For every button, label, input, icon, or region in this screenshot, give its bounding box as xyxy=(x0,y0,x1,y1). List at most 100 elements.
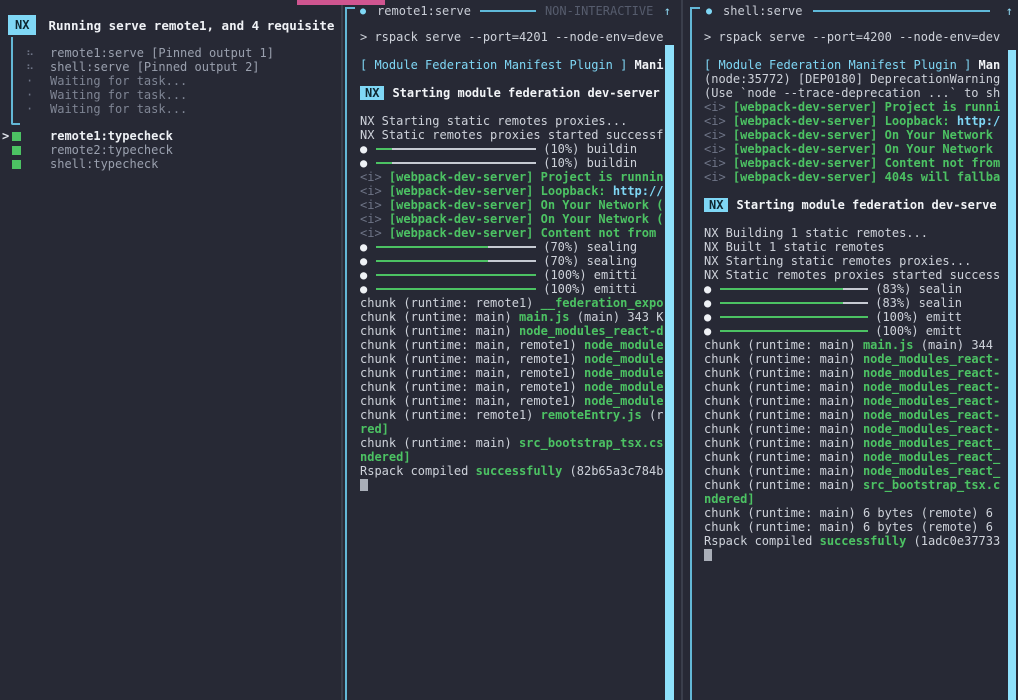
progress-bullet-icon: ● xyxy=(360,282,367,296)
task-label: shell:serve [Pinned output 2] xyxy=(50,60,260,74)
terminal-line: chunk (runtime: main, remote1) node_modu… xyxy=(360,366,667,380)
task-item[interactable]: >remote1:typecheck xyxy=(0,129,341,143)
terminal-line: ●(100%) emitti xyxy=(360,282,667,296)
task-label: Waiting for task... xyxy=(50,88,187,102)
task-item[interactable]: ·Waiting for task... xyxy=(0,88,341,102)
terminal-line: NX Building 1 static remotes... xyxy=(704,226,1008,240)
terminal-line: ●(70%) sealing xyxy=(360,240,667,254)
progress-bar xyxy=(376,274,536,276)
task-item[interactable]: shell:typecheck xyxy=(0,157,341,171)
task-item[interactable]: ·Waiting for task... xyxy=(0,74,341,88)
scroll-up-icon[interactable]: ↑ xyxy=(664,4,671,18)
progress-bullet-icon: ● xyxy=(704,324,711,338)
terminal-line: NX Starting static remotes proxies... xyxy=(360,114,667,128)
progress-bar xyxy=(376,246,536,248)
task-list-header: NX Running serve remote1, and 4 requisit… xyxy=(8,14,341,36)
terminal-line: NXStarting module federation dev-serve xyxy=(704,198,1008,212)
pane-bullet-icon: ● xyxy=(706,6,712,17)
terminal-line: > rspack serve --port=4201 --node-env=de… xyxy=(360,30,667,44)
terminal-line: chunk (runtime: main, remote1) node_modu… xyxy=(360,352,667,366)
spinner-icon: ⠦ xyxy=(26,60,50,74)
task-label: shell:typecheck xyxy=(50,157,158,171)
terminal-line: NX Starting static remotes proxies... xyxy=(704,254,1008,268)
pane-focus-bracket xyxy=(345,7,355,700)
pane-divider-highlight xyxy=(297,0,385,5)
scroll-up-icon[interactable]: ↑ xyxy=(1006,4,1013,18)
terminal-line: chunk (runtime: main) node_modules_react… xyxy=(360,324,667,338)
terminal-line: chunk (runtime: main) src_bootstrap_tsx.… xyxy=(360,436,667,450)
task-label: Waiting for task... xyxy=(50,102,187,116)
progress-bar xyxy=(720,330,868,332)
terminal-line: [ Module Federation Manifest Plugin ] Ma… xyxy=(360,58,667,72)
terminal-line: [ Module Federation Manifest Plugin ] Ma… xyxy=(704,58,1008,72)
waiting-dot-icon: · xyxy=(26,74,50,88)
waiting-dot-icon: · xyxy=(26,88,50,102)
terminal-line: ●(83%) sealin xyxy=(704,296,1008,310)
terminal-line xyxy=(360,72,667,86)
task-item[interactable]: ⠦shell:serve [Pinned output 2] xyxy=(0,60,341,74)
progress-bullet-icon: ● xyxy=(360,156,367,170)
terminal-line: NX Static remotes proxies started succes… xyxy=(360,128,667,142)
terminal-line xyxy=(360,478,667,492)
progress-bullet-icon: ● xyxy=(704,310,711,324)
task-success-square xyxy=(12,146,21,155)
terminal-line: ●(10%) buildin xyxy=(360,156,667,170)
spinner-icon: ⠦ xyxy=(26,46,50,60)
terminal-line: chunk (runtime: main) src_bootstrap_tsx.… xyxy=(704,478,1008,492)
terminal-line: chunk (runtime: main) node_modules_react… xyxy=(704,408,1008,422)
terminal-line xyxy=(704,44,1008,58)
terminal-line: ●(100%) emitt xyxy=(704,310,1008,324)
terminal-line: > rspack serve --port=4200 --node-env=de… xyxy=(704,30,1008,44)
terminal-line: ●(10%) buildin xyxy=(360,142,667,156)
terminal-line: chunk (runtime: main, remote1) node_modu… xyxy=(360,338,667,352)
terminal-line: (node:35772) [DEP0180] DeprecationWarnin… xyxy=(704,72,1008,86)
pane-shell-serve: ● shell:serve ↑ > rspack serve --port=42… xyxy=(683,0,1018,700)
task-item[interactable]: remote2:typecheck xyxy=(0,143,341,157)
terminal-line xyxy=(360,44,667,58)
terminal-line: Rspack compiled successfully (1adc0e3773… xyxy=(704,534,1008,548)
progress-bar xyxy=(376,260,536,262)
terminal-line: <i> [webpack-dev-server] Content not fro… xyxy=(704,156,1008,170)
nx-badge: NX xyxy=(704,198,728,212)
terminal-line: <i> [webpack-dev-server] Project is runn… xyxy=(360,170,667,184)
terminal-line: ●(100%) emitt xyxy=(704,324,1008,338)
task-item[interactable]: ·Waiting for task... xyxy=(0,102,341,116)
terminal-line: chunk (runtime: remote1) __federation_ex… xyxy=(360,296,667,310)
task-success-square xyxy=(12,132,21,141)
scrollbar[interactable] xyxy=(1008,50,1016,700)
terminal-line: chunk (runtime: remote1) remoteEntry.js … xyxy=(360,408,667,422)
pane-title: shell:serve xyxy=(723,4,802,18)
waiting-dot-icon: · xyxy=(26,102,50,116)
terminal-line: chunk (runtime: main) node_modules_react… xyxy=(704,464,1008,478)
terminal-line: (Use `node --trace-deprecation ...` to s… xyxy=(704,86,1008,100)
terminal-line: NX Built 1 static remotes xyxy=(704,240,1008,254)
terminal-line: chunk (runtime: main) node_modules_react… xyxy=(704,422,1008,436)
terminal-cursor xyxy=(360,479,368,491)
progress-bullet-icon: ● xyxy=(704,296,711,310)
terminal-line: chunk (runtime: main) 6 bytes (remote) 6 xyxy=(704,520,1008,534)
terminal-line xyxy=(704,212,1008,226)
task-item[interactable]: ⠦remote1:serve [Pinned output 1] xyxy=(0,46,341,60)
terminal-output[interactable]: > rspack serve --port=4200 --node-env=de… xyxy=(704,30,1008,562)
terminal-line: chunk (runtime: main) main.js (main) 344 xyxy=(704,338,1008,352)
terminal-cursor xyxy=(704,549,712,561)
terminal-line: ●(100%) emitti xyxy=(360,268,667,282)
nx-logo-badge: NX xyxy=(8,15,36,35)
terminal-line: <i> [webpack-dev-server] Loopback: http:… xyxy=(360,184,667,198)
terminal-line: Rspack compiled successfully (82b65a3c78… xyxy=(360,464,667,478)
terminal-line: chunk (runtime: main) node_modules_react… xyxy=(704,450,1008,464)
scrollbar[interactable] xyxy=(665,45,674,700)
pane-focus-bracket xyxy=(690,7,700,700)
terminal-line xyxy=(704,184,1008,198)
pane-bullet-icon: ● xyxy=(360,6,366,17)
terminal-line: <i> [webpack-dev-server] Project is runn… xyxy=(704,100,1008,114)
terminal-line: ndered] xyxy=(704,492,1008,506)
progress-bar xyxy=(376,148,536,150)
progress-bar xyxy=(376,162,536,164)
selection-arrow-icon: > xyxy=(2,129,12,143)
terminal-output[interactable]: > rspack serve --port=4201 --node-env=de… xyxy=(360,30,667,492)
running-task-list: ⠦remote1:serve [Pinned output 1]⠦shell:s… xyxy=(0,46,341,116)
terminal-line: <i> [webpack-dev-server] On Your Network… xyxy=(360,212,667,226)
task-label: remote1:serve [Pinned output 1] xyxy=(50,46,274,60)
terminal-line: ndered] xyxy=(360,450,667,464)
